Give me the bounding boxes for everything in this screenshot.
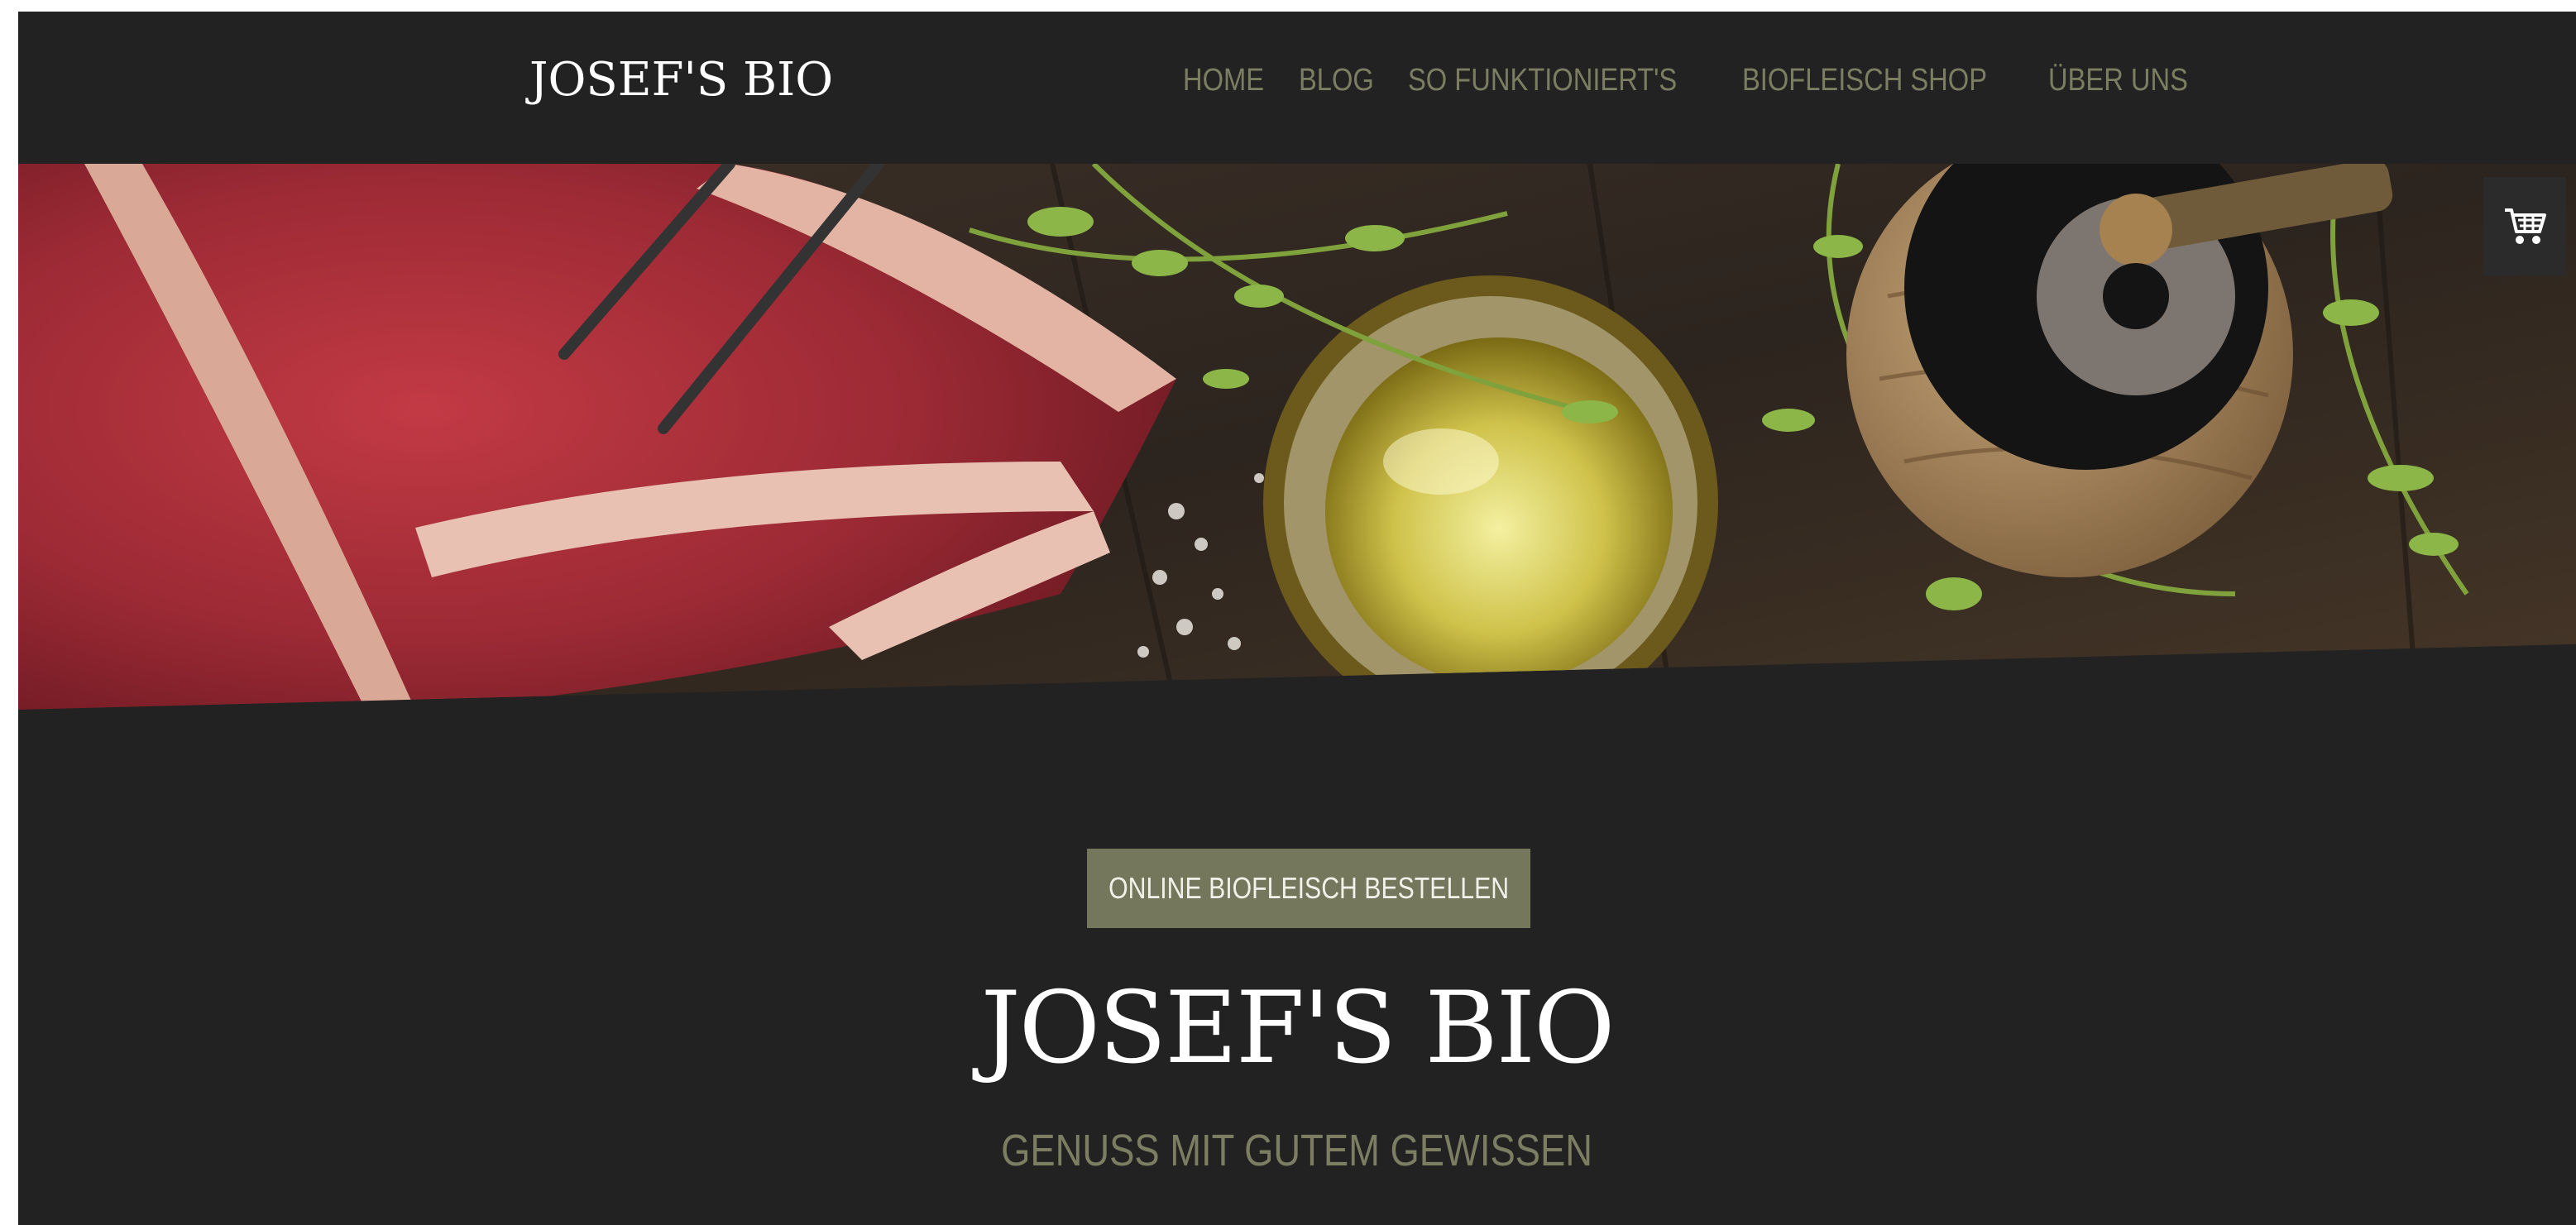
shopping-cart-icon: [2505, 208, 2546, 244]
page-subtitle-text: GENUSS MIT GUTEM GEWISSEN: [1001, 1126, 1593, 1175]
order-online-button[interactable]: ONLINE BIOFLEISCH BESTELLEN: [1087, 849, 1530, 928]
nav-item-home[interactable]: HOME: [1183, 63, 1264, 98]
main-nav: HOME BLOG SO FUNKTIONIERT'S BIOFLEISCH S…: [1183, 63, 2195, 98]
hero-image: [18, 164, 2576, 710]
nav-item-ueber-uns[interactable]: ÜBER UNS: [2048, 63, 2188, 98]
site-header: JOSEF'S BIO HOME BLOG SO FUNKTIONIERT'S …: [18, 12, 2576, 164]
cart-button[interactable]: [2483, 177, 2566, 276]
page-title: JOSEF'S BIO: [980, 971, 1616, 1086]
site-logo[interactable]: JOSEF'S BIO: [529, 53, 833, 107]
order-online-label: ONLINE BIOFLEISCH BESTELLEN: [1108, 871, 1509, 905]
page: JOSEF'S BIO HOME BLOG SO FUNKTIONIERT'S …: [18, 12, 2576, 1225]
page-subtitle: GENUSS MIT GUTEM GEWISSEN: [18, 1125, 2576, 1176]
nav-item-so-funktionierts[interactable]: SO FUNKTIONIERT'S: [1408, 63, 1677, 98]
hero-photo: [18, 164, 2576, 710]
nav-item-blog[interactable]: BLOG: [1299, 63, 1374, 98]
nav-item-biofleisch-shop[interactable]: BIOFLEISCH SHOP: [1742, 63, 1987, 98]
